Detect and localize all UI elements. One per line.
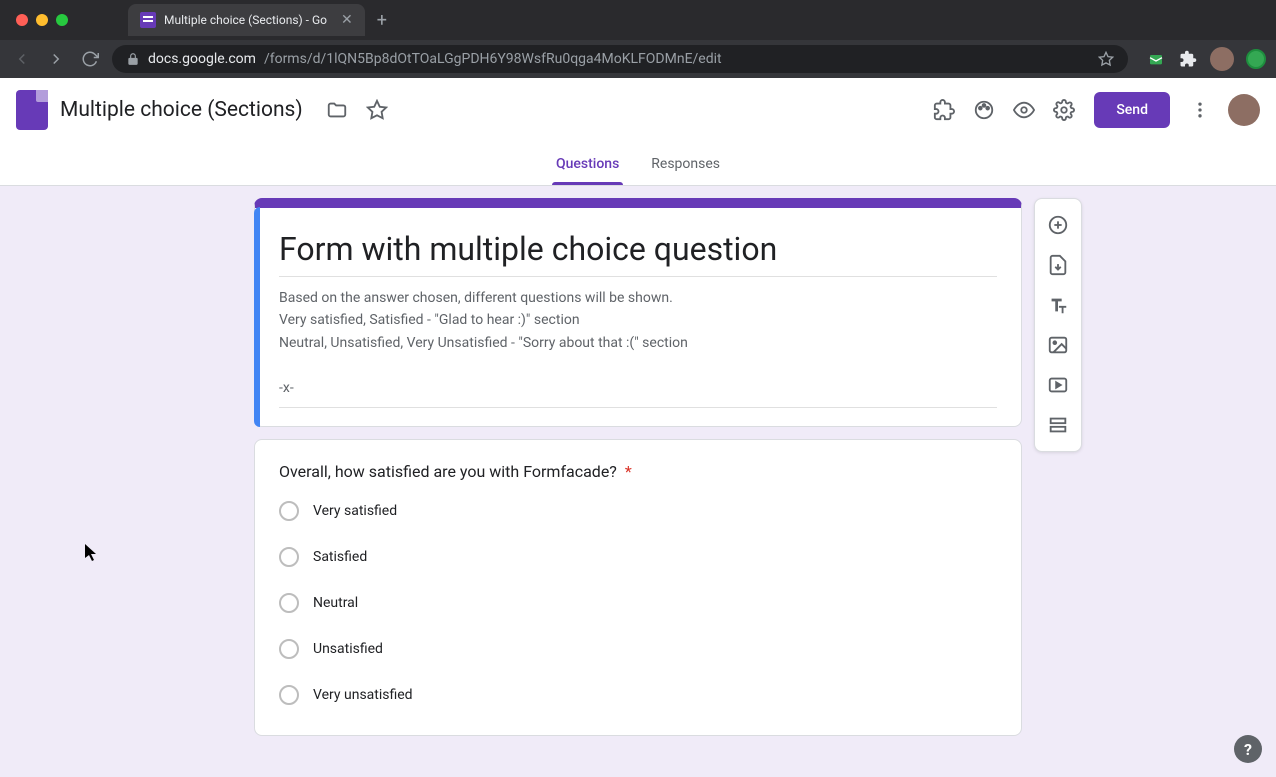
add-image-button[interactable] [1035,325,1081,365]
browser-chrome: Multiple choice (Sections) - Go ✕ + docs… [0,0,1276,78]
option-label[interactable]: Satisfied [313,549,367,565]
option-row[interactable]: Neutral [279,593,997,613]
nav-forward-button[interactable] [44,47,68,71]
url-path: /forms/d/1lQN5Bp8dOtTOaLGgPDH6Y98WsfRu0q… [264,51,722,67]
url-field[interactable]: docs.google.com/forms/d/1lQN5Bp8dOtTOaLG… [112,45,1128,73]
option-row[interactable]: Very satisfied [279,501,997,521]
move-to-folder-button[interactable] [317,90,357,130]
tab-questions[interactable]: Questions [552,142,623,185]
option-label[interactable]: Very unsatisfied [313,687,413,703]
radio-icon[interactable] [279,547,299,567]
option-label[interactable]: Neutral [313,595,358,611]
extensions-puzzle-icon[interactable] [1178,49,1198,69]
forms-logo-icon[interactable] [16,90,48,130]
option-label[interactable]: Unsatisfied [313,641,383,657]
extension-icon[interactable] [1146,49,1166,69]
form-title[interactable]: Form with multiple choice question [279,230,997,277]
window-controls [16,14,68,26]
help-button[interactable]: ? [1234,735,1262,763]
preview-button[interactable] [1004,90,1044,130]
new-tab-button[interactable]: + [377,10,387,31]
url-host: docs.google.com [148,51,256,67]
star-button[interactable] [357,90,397,130]
nav-back-button[interactable] [10,47,34,71]
send-button[interactable]: Send [1094,92,1170,128]
nav-reload-button[interactable] [78,47,102,71]
settings-button[interactable] [1044,90,1084,130]
import-questions-button[interactable] [1035,245,1081,285]
add-title-button[interactable] [1035,285,1081,325]
extension-badge-icon[interactable] [1246,49,1266,69]
add-video-button[interactable] [1035,365,1081,405]
tab-favicon-icon [140,12,156,28]
bookmark-star-icon[interactable] [1098,51,1114,67]
mouse-cursor-icon [85,544,99,562]
window-maximize-icon[interactable] [56,14,68,26]
form-header-card[interactable]: Form with multiple choice question Based… [254,198,1022,427]
tab-responses[interactable]: Responses [647,142,724,185]
radio-icon[interactable] [279,593,299,613]
question-title[interactable]: Overall, how satisfied are you with Form… [279,462,997,481]
profile-avatar-icon[interactable] [1210,47,1234,71]
url-bar: docs.google.com/forms/d/1lQN5Bp8dOtTOaLG… [0,40,1276,78]
tab-title: Multiple choice (Sections) - Go [164,13,327,27]
required-indicator: * [625,462,632,481]
addons-button[interactable] [924,90,964,130]
radio-icon[interactable] [279,639,299,659]
floating-toolbar [1034,198,1082,452]
app-header: Multiple choice (Sections) Send [0,78,1276,142]
add-section-button[interactable] [1035,405,1081,445]
option-row[interactable]: Satisfied [279,547,997,567]
account-avatar[interactable] [1228,94,1260,126]
radio-icon[interactable] [279,685,299,705]
app-tabs: Questions Responses [0,142,1276,186]
lock-icon [126,52,140,66]
extension-icons [1146,47,1266,71]
more-menu-button[interactable] [1180,90,1220,130]
form-description[interactable]: Based on the answer chosen, different qu… [279,287,997,408]
question-card[interactable]: Overall, how satisfied are you with Form… [254,439,1022,736]
radio-icon[interactable] [279,501,299,521]
browser-tab[interactable]: Multiple choice (Sections) - Go ✕ [128,4,365,36]
add-question-button[interactable] [1035,205,1081,245]
option-row[interactable]: Unsatisfied [279,639,997,659]
customize-theme-button[interactable] [964,90,1004,130]
window-close-icon[interactable] [16,14,28,26]
document-title[interactable]: Multiple choice (Sections) [60,98,303,122]
option-row[interactable]: Very unsatisfied [279,685,997,705]
tab-strip: Multiple choice (Sections) - Go ✕ + [0,0,1276,40]
question-text: Overall, how satisfied are you with Form… [279,462,617,481]
tab-close-icon[interactable]: ✕ [341,12,353,28]
option-label[interactable]: Very satisfied [313,503,397,519]
form-canvas: Form with multiple choice question Based… [0,186,1276,777]
window-minimize-icon[interactable] [36,14,48,26]
